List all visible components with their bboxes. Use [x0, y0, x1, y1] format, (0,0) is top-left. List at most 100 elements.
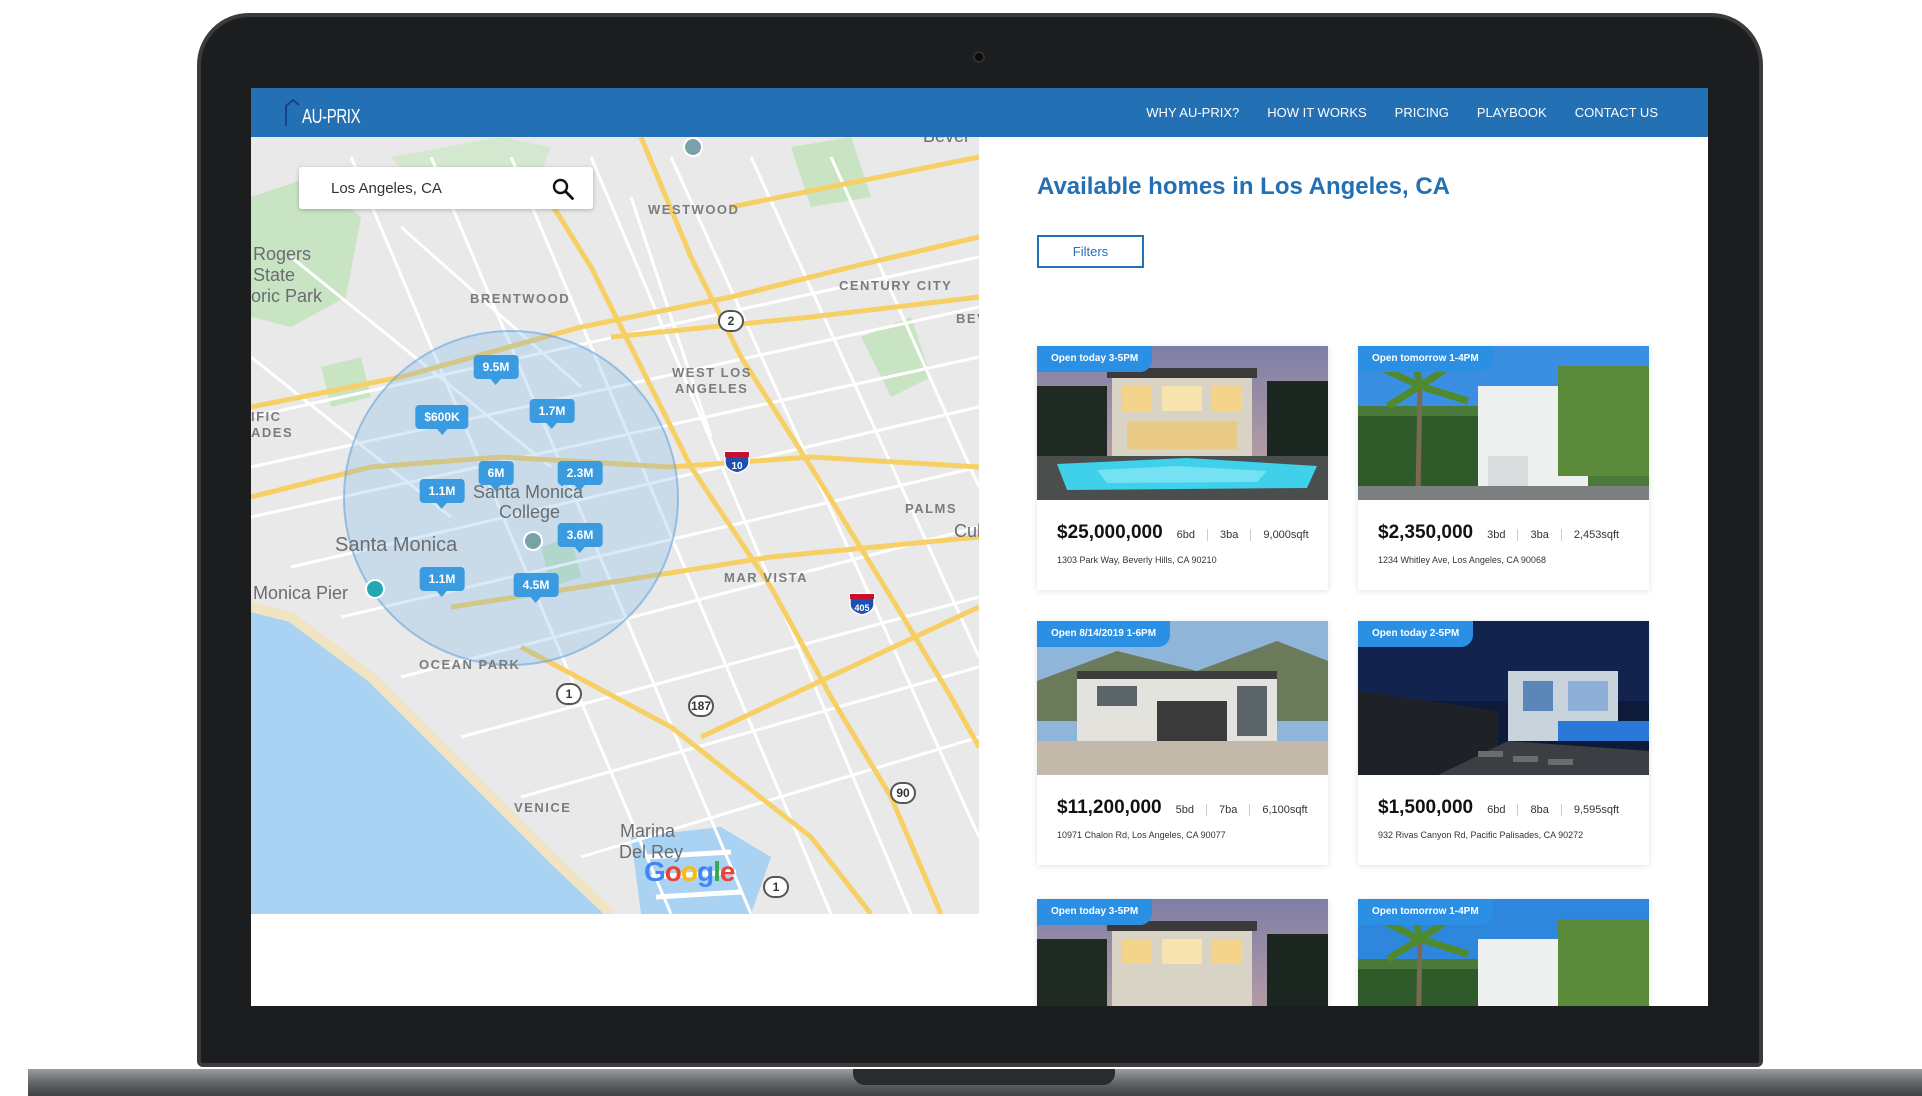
listings-title: Available homes in Los Angeles, CA [1037, 173, 1450, 200]
listing-baths: 3ba [1517, 529, 1560, 541]
map-price-pin[interactable]: 2.3M [557, 461, 603, 491]
map-label-westwood: WESTWOOD [648, 202, 740, 217]
svg-text:10: 10 [731, 461, 743, 472]
map-label-rogers-2: State [253, 265, 296, 285]
listing-beds: 3bd [1487, 529, 1506, 541]
listing-card[interactable]: Open 8/14/2019 1-6PM $11,200,000 5bd 7ba… [1037, 621, 1328, 865]
route-1b-shield: 1 [763, 876, 789, 898]
route-90-shield: 90 [890, 782, 916, 804]
listing-photo: Open today 3-5PM [1037, 346, 1328, 500]
listing-sqft: 2,453sqft [1560, 529, 1631, 541]
listing-summary: $25,000,000 6bd 3ba 9,000sqft [1057, 522, 1321, 544]
svg-text:405: 405 [854, 603, 869, 613]
listing-beds: 6bd [1487, 804, 1506, 816]
map-label-century-city: CENTURY CITY [839, 278, 953, 293]
listing-baths: 7ba [1205, 804, 1249, 816]
listing-sqft: 9,000sqft [1250, 529, 1320, 541]
map-label-west-la: WEST LOS [672, 365, 752, 380]
google-logo: Google [644, 856, 735, 887]
house-logo-icon [285, 98, 300, 126]
map-price-pin[interactable]: 1.7M [529, 399, 575, 429]
open-house-badge: Open 8/14/2019 1-6PM [1037, 621, 1171, 647]
filters-button[interactable]: Filters [1037, 235, 1144, 268]
listing-photo: Open today 3-5PM [1037, 899, 1328, 1006]
laptop-notch [853, 1069, 1115, 1085]
map-tiles [251, 137, 979, 914]
map-label-culver: Cul [954, 521, 979, 541]
open-house-badge: Open today 3-5PM [1037, 899, 1153, 925]
map-label-pacific-2: ADES [251, 425, 294, 440]
open-house-badge: Open tomorrow 1-4PM [1358, 899, 1493, 925]
listing-address: 932 Rivas Canyon Rd, Pacific Palisades, … [1378, 830, 1584, 840]
listing-price: $25,000,000 [1057, 522, 1163, 543]
interstate-10-shield: 10 [723, 450, 751, 474]
listing-beds: 6bd [1176, 529, 1196, 541]
listing-summary: $11,200,000 5bd 7ba 6,100sqft [1057, 797, 1320, 819]
map-label-rogers-3: oric Park [251, 286, 323, 306]
listing-card[interactable]: Open today 3-5PM $25,000,000 6bd 3ba 9,0… [1037, 346, 1328, 590]
map-label-ocean-park: OCEAN PARK [419, 657, 521, 672]
map-price-pin[interactable]: 1.1M [419, 567, 465, 597]
listing-price: $1,500,000 [1378, 797, 1474, 818]
listing-price: $2,350,000 [1378, 522, 1474, 543]
route-187-shield: 187 [688, 695, 714, 717]
listing-address: 1234 Whitley Ave, Los Angeles, CA 90068 [1378, 555, 1546, 565]
top-navbar: AU-PRIX WHY AU-PRIX? HOW IT WORKS PRICIN… [251, 88, 1708, 137]
map-price-pin[interactable]: $600K [415, 405, 469, 435]
search-icon[interactable] [551, 177, 575, 201]
map-price-pin[interactable]: 1.1M [419, 479, 465, 509]
location-search-input[interactable] [331, 179, 531, 197]
listing-card[interactable]: Open tomorrow 1-4PM $2,350,000 3bd 3ba 2… [1358, 346, 1649, 590]
logo[interactable]: AU-PRIX [284, 98, 380, 128]
listing-summary: $2,350,000 3bd 3ba 2,453sqft [1378, 522, 1631, 544]
listing-photo: Open tomorrow 1-4PM [1358, 899, 1649, 1006]
listing-photo: Open 8/14/2019 1-6PM [1037, 621, 1328, 775]
map-price-pin[interactable]: 6M [478, 461, 514, 491]
listing-baths: 3ba [1207, 529, 1250, 541]
nav-pricing[interactable]: PRICING [1395, 105, 1449, 120]
map-price-pin[interactable]: 4.5M [513, 573, 559, 603]
map-price-pin[interactable]: 3.6M [557, 523, 603, 553]
map-label-marina-1: Marina [620, 821, 676, 841]
map-label-venice: VENICE [514, 800, 572, 815]
nav-why-au-prix[interactable]: WHY AU-PRIX? [1146, 105, 1239, 120]
map-search-box [299, 167, 593, 209]
map-label-monica-pier: Monica Pier [253, 583, 349, 603]
map-label-bev: BEV [956, 311, 979, 326]
map-label-brentwood: BRENTWOOD [470, 291, 571, 306]
nav-how-it-works[interactable]: HOW IT WORKS [1267, 105, 1366, 120]
listing-card[interactable]: Open today 3-5PM [1037, 899, 1328, 1006]
listing-beds: 5bd [1175, 804, 1194, 816]
open-house-badge: Open today 2-5PM [1358, 621, 1474, 647]
map-price-pin[interactable]: 9.5M [473, 355, 519, 385]
map-label-santa-monica: Santa Monica [335, 534, 458, 556]
listing-address: 10971 Chalon Rd, Los Angeles, CA 90077 [1057, 830, 1226, 840]
open-house-badge: Open tomorrow 1-4PM [1358, 346, 1493, 372]
listing-card[interactable]: Open tomorrow 1-4PM [1358, 899, 1649, 1006]
listing-address: 1303 Park Way, Beverly Hills, CA 90210 [1057, 555, 1217, 565]
map-label-west-la-2: ANGELES [675, 381, 749, 396]
listing-card[interactable]: Open today 2-5PM $1,500,000 6bd 8ba 9,59… [1358, 621, 1649, 865]
nav-playbook[interactable]: PLAYBOOK [1477, 105, 1547, 120]
map-label-beverly: Bever [923, 137, 970, 146]
listing-price: $11,200,000 [1057, 797, 1162, 818]
listing-summary: $1,500,000 6bd 8ba 9,595sqft [1378, 797, 1631, 819]
screen: AU-PRIX WHY AU-PRIX? HOW IT WORKS PRICIN… [251, 88, 1708, 1006]
nav-contact-us[interactable]: CONTACT US [1575, 105, 1658, 120]
route-1-shield: 1 [556, 683, 582, 705]
map-label-pacific-1: IFIC [251, 409, 282, 424]
interstate-405-shield: 405 [848, 592, 876, 616]
nav-links: WHY AU-PRIX? HOW IT WORKS PRICING PLAYBO… [1146, 88, 1658, 137]
listing-baths: 8ba [1517, 804, 1560, 816]
map-view[interactable]: WESTWOOD BRENTWOOD CENTURY CITY WEST LOS… [251, 137, 979, 914]
map-label-mar-vista: MAR VISTA [724, 570, 809, 585]
listing-photo: Open tomorrow 1-4PM [1358, 346, 1649, 500]
route-2-shield: 2 [718, 310, 744, 332]
listing-sqft: 9,595sqft [1560, 804, 1631, 816]
map-label-rogers-1: Rogers [253, 244, 312, 264]
logo-text: AU-PRIX [302, 106, 361, 128]
listing-photo: Open today 2-5PM [1358, 621, 1649, 775]
listing-sqft: 6,100sqft [1249, 804, 1319, 816]
open-house-badge: Open today 3-5PM [1037, 346, 1153, 372]
map-label-smc-2: College [499, 502, 561, 522]
